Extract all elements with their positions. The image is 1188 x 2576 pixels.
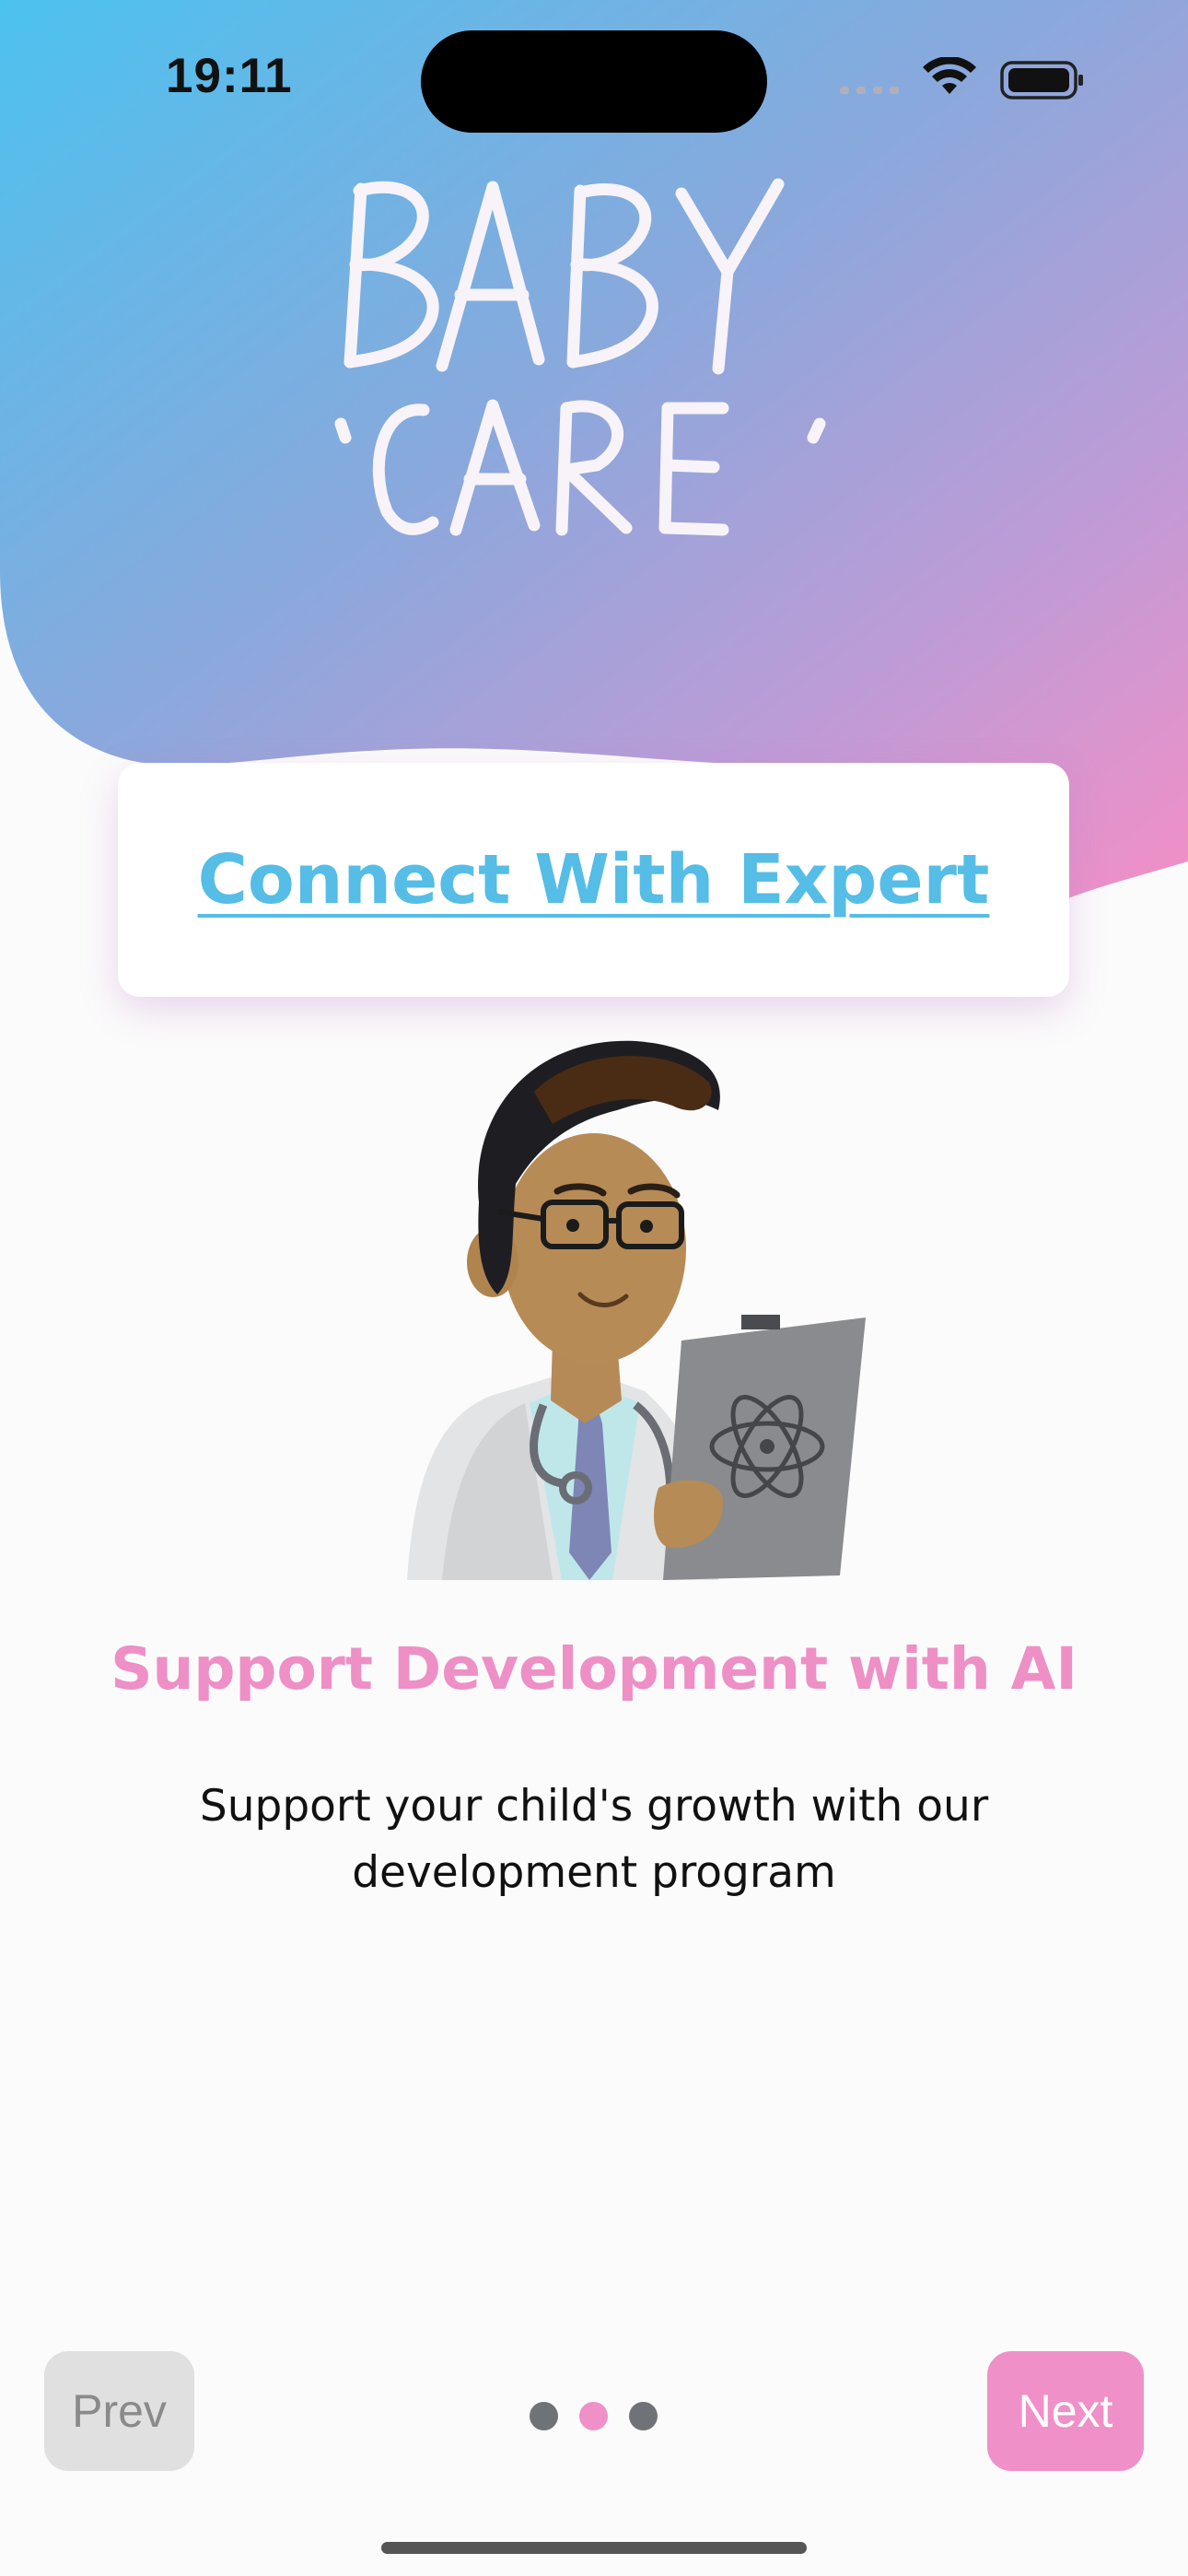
page-dot[interactable]	[629, 2402, 658, 2430]
status-icons	[840, 57, 1083, 100]
status-bar: 19:11	[0, 0, 1188, 166]
connect-with-expert-link[interactable]: Connect With Expert	[198, 840, 990, 919]
connect-expert-card: Connect With Expert	[118, 763, 1069, 997]
status-time: 19:11	[166, 49, 293, 103]
baby-care-logo	[334, 178, 826, 536]
dynamic-island	[421, 30, 767, 133]
subtitle-line-1: Support your child's growth with our	[199, 1781, 989, 1832]
battery-icon	[1000, 61, 1083, 100]
prev-button[interactable]: Prev	[44, 2351, 194, 2471]
onboarding-title: Support Development with AI	[111, 1635, 1077, 1703]
subtitle-line-2: development program	[352, 1847, 836, 1898]
page-dot[interactable]	[530, 2402, 558, 2430]
doctor-illustration	[407, 1040, 866, 1580]
cellular-signal-icon	[840, 87, 899, 94]
home-indicator	[381, 2542, 807, 2554]
page-dot[interactable]	[579, 2402, 608, 2430]
onboarding-subtitle: Support your child's growth with our dev…	[166, 1774, 1022, 1906]
wifi-icon	[923, 57, 976, 94]
next-button[interactable]: Next	[987, 2351, 1144, 2471]
page-indicator	[525, 2400, 663, 2433]
